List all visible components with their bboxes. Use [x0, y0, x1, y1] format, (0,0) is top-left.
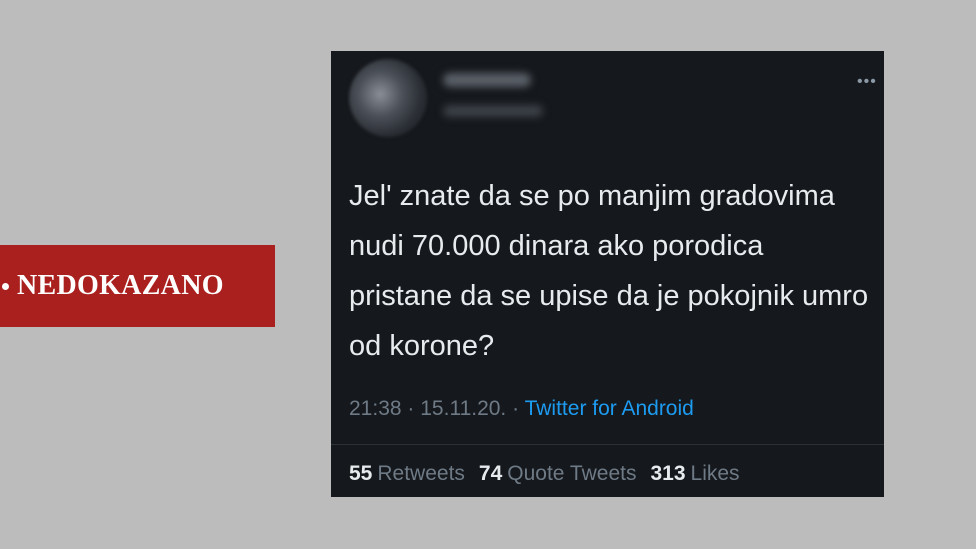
retweets-count: 55	[349, 462, 373, 485]
tweet-time[interactable]: 21:38	[349, 397, 402, 420]
stat-likes[interactable]: 313 Likes	[650, 462, 753, 485]
meta-separator: ·	[512, 397, 520, 420]
divider	[331, 444, 884, 445]
likes-count: 313	[650, 462, 686, 485]
verdict-banner: NEDOKAZANO	[0, 245, 275, 327]
more-options-icon[interactable]: •••	[857, 74, 877, 90]
blurred-username	[443, 105, 543, 117]
tweet-text: Jel' znate da se po manjim gradovima nud…	[349, 180, 869, 362]
tweet-stats: 55 Retweets 74 Quote Tweets 313 Likes	[349, 462, 754, 486]
quote-tweets-count: 74	[478, 462, 503, 485]
retweets-label: Retweets	[377, 462, 465, 485]
bullet-icon	[2, 282, 9, 290]
stat-retweets[interactable]: 55 Retweets	[349, 462, 479, 485]
likes-label: Likes	[690, 462, 740, 485]
blurred-display-name	[443, 73, 531, 87]
quote-tweets-label: Quote Tweets	[507, 462, 637, 485]
verdict-label: NEDOKAZANO	[17, 270, 224, 301]
meta-separator: ·	[407, 397, 415, 420]
tweet-source[interactable]: Twitter for Android	[525, 397, 694, 420]
tweet-meta: 21:38 · 15.11.20. · Twitter for Android	[349, 397, 694, 421]
tweet-date[interactable]: 15.11.20.	[420, 397, 506, 420]
tweet-card: ••• Jel' znate da se po manjim gradovima…	[331, 51, 884, 497]
stat-quote-tweets[interactable]: 74 Quote Tweets	[479, 462, 651, 485]
avatar[interactable]	[349, 59, 427, 137]
